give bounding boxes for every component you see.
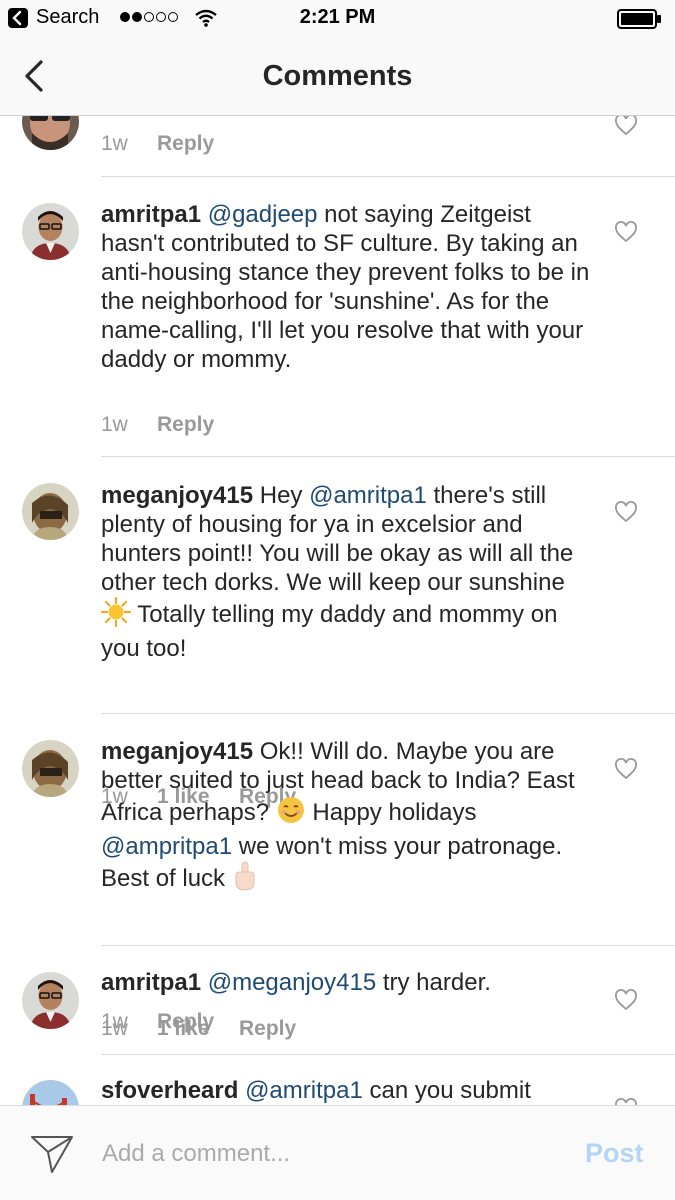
nav-bar: Comments	[0, 38, 675, 116]
comment-text: amritpa1 @meganjoy415 try harder.	[101, 968, 591, 997]
heart-icon[interactable]	[614, 221, 638, 243]
avatar[interactable]	[22, 972, 79, 1029]
sun-emoji-icon	[100, 596, 132, 634]
avatar[interactable]	[22, 1080, 79, 1105]
comment-username[interactable]: meganjoy415	[101, 738, 253, 765]
divider	[101, 1054, 675, 1055]
heart-icon[interactable]	[614, 989, 638, 1011]
comment-input[interactable]	[102, 1136, 562, 1172]
status-bar: Search 2:21 PM	[0, 0, 675, 38]
comment-username[interactable]: amritpa1	[101, 969, 201, 996]
comment-text: sfoverheard @amritpa1 can you submit	[101, 1076, 591, 1105]
divider	[101, 945, 675, 946]
comment-meta: 1w Reply	[101, 132, 214, 156]
mention-link[interactable]: @ampritpa1	[101, 833, 232, 860]
send-icon[interactable]	[30, 1134, 74, 1174]
reply-button[interactable]: Reply	[157, 132, 214, 156]
comment-text: meganjoy415 Hey @amritpa1 there's still …	[100, 481, 591, 663]
status-time: 2:21 PM	[299, 6, 376, 28]
mention-link[interactable]: @amritpa1	[245, 1077, 363, 1104]
smiling-face-emoji-icon	[276, 795, 306, 832]
comment-text: meganjoy415 Ok!! Will do. Maybe you are …	[101, 737, 591, 898]
heart-icon[interactable]	[614, 1098, 638, 1105]
battery-icon	[617, 8, 663, 35]
comment-composer: Post	[0, 1105, 675, 1200]
comment-body: Hey	[253, 482, 310, 509]
comment-username[interactable]: sfoverheard	[101, 1077, 238, 1104]
post-button[interactable]: Post	[585, 1138, 644, 1169]
page-title: Comments	[262, 60, 413, 92]
reply-button[interactable]: Reply	[239, 1017, 296, 1041]
comment-body: try harder.	[376, 969, 491, 996]
mention-link[interactable]: @meganjoy415	[208, 969, 376, 996]
comment-time: 1w	[101, 132, 128, 155]
divider	[101, 176, 675, 177]
mention-link[interactable]: @gadjeep	[208, 201, 318, 228]
comment-body: can you submit	[362, 1077, 531, 1104]
reply-button[interactable]: Reply	[157, 413, 214, 437]
comment-username[interactable]: meganjoy415	[101, 482, 253, 509]
heart-icon[interactable]	[614, 501, 638, 523]
avatar[interactable]	[22, 203, 79, 260]
comment-meta: 1w Reply	[101, 1010, 214, 1034]
avatar[interactable]	[22, 740, 79, 797]
divider	[101, 456, 675, 457]
middle-finger-emoji-icon	[232, 861, 258, 898]
comment-time: 1w	[101, 1010, 128, 1033]
comment-username[interactable]: amritpa1	[101, 201, 201, 228]
comments-list[interactable]: 1w Reply amritpa1 @gadjeep not saying Ze…	[0, 116, 675, 1105]
reply-button[interactable]: Reply	[157, 1010, 214, 1034]
comment-body: Happy holidays	[305, 799, 477, 826]
divider	[101, 713, 675, 714]
avatar[interactable]	[22, 483, 79, 540]
comment-text: amritpa1 @gadjeep not saying Zeitgeist h…	[101, 200, 591, 374]
comment-body: Totally telling my daddy and mommy on yo…	[101, 601, 558, 662]
comment-time: 1w	[101, 413, 128, 436]
avatar[interactable]	[22, 116, 79, 150]
comment-meta: 1w Reply	[101, 413, 214, 437]
heart-icon[interactable]	[614, 758, 638, 780]
heart-icon[interactable]	[614, 116, 638, 136]
mention-link[interactable]: @amritpa1	[309, 482, 427, 509]
